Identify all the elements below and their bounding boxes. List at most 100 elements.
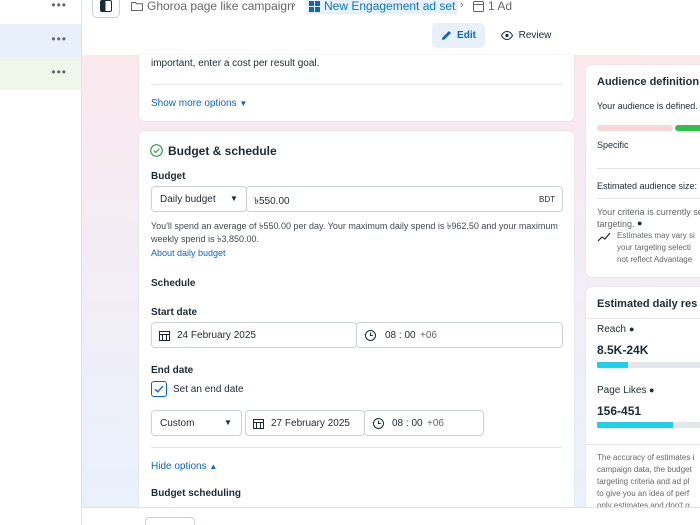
trend-icon	[597, 232, 611, 242]
budget-schedule-card: Budget & schedule Budget Daily budget ▼ …	[139, 131, 574, 525]
schedule-label: Schedule	[151, 278, 196, 289]
more-options-icon[interactable]: •••	[51, 0, 67, 12]
end-type-select[interactable]: Custom ▼	[151, 410, 242, 436]
start-date-label: Start date	[151, 307, 198, 318]
specific-label: Specific	[597, 140, 629, 150]
adset-grid-icon	[309, 0, 320, 12]
divider	[597, 198, 700, 199]
campaign-tree-rail: ••• ••• •••	[0, 0, 82, 525]
currency-label: BDT	[539, 195, 555, 204]
checkmark-icon	[154, 385, 164, 393]
calendar-icon	[253, 419, 264, 429]
info-icon[interactable]: ●	[649, 385, 654, 395]
budget-label: Budget	[151, 171, 186, 182]
chevron-right-icon: ›	[460, 0, 464, 11]
start-time-input[interactable]: 08 : 00 +06	[356, 322, 563, 348]
calendar-icon	[159, 331, 170, 341]
divider	[151, 84, 562, 85]
criteria-text-2: targeting.	[597, 219, 635, 229]
info-icon[interactable]: ●	[629, 324, 634, 334]
reach-bar-fill	[597, 362, 628, 368]
accuracy-note-2: campaign data, the budget	[597, 465, 692, 474]
breadcrumb-adset[interactable]: New Engagement ad set	[306, 0, 459, 14]
audience-defined-text: Your audience is defined.	[597, 101, 698, 111]
end-time-input[interactable]: 08 : 00 +06	[364, 410, 484, 436]
hide-options-link[interactable]: Hide options ▲	[151, 461, 217, 472]
section-title: Budget & schedule	[168, 144, 277, 158]
more-options-icon[interactable]: •••	[51, 32, 67, 46]
folder-icon	[131, 2, 143, 11]
review-label: Review	[518, 30, 552, 41]
end-time-value: 08 : 00	[392, 418, 423, 429]
set-end-date-label: Set an end date	[173, 384, 244, 395]
budget-amount-input[interactable]: ৳550.00 BDT	[246, 186, 563, 212]
divider	[586, 444, 700, 445]
end-type-value: Custom	[160, 418, 195, 429]
end-timezone: +06	[427, 418, 444, 429]
sidebar-icon	[100, 0, 112, 12]
caret-down-icon: ▼	[230, 194, 238, 203]
end-date-value: 27 February 2025	[271, 418, 350, 429]
breadcrumb-ad-label: 1 Ad	[488, 0, 513, 13]
estimate-note-3: not reflect Advantage	[617, 255, 693, 264]
panel-toggle-button[interactable]	[92, 0, 120, 18]
accuracy-note-4: to give you an idea of perf	[597, 489, 690, 498]
bottom-action-button[interactable]	[145, 517, 195, 525]
set-end-date-checkbox[interactable]	[151, 381, 167, 397]
start-time-value: 08 : 00	[385, 330, 416, 341]
divider	[597, 168, 700, 169]
page-likes-bar-fill	[597, 422, 674, 428]
breadcrumb-ad[interactable]: 1 Ad	[473, 0, 512, 14]
tree-row-campaign[interactable]: •••	[0, 0, 81, 23]
clock-icon	[365, 330, 376, 341]
estimated-results-card: Estimated daily res Reach ● 8.5K-24K Pag…	[586, 287, 700, 525]
hide-options-label: Hide options	[151, 461, 207, 472]
show-more-label: Show more options	[151, 98, 237, 109]
reach-bar	[597, 362, 700, 368]
tree-row-ad[interactable]: •••	[0, 57, 81, 90]
start-timezone: +06	[420, 330, 437, 341]
audience-title: Audience definition	[597, 76, 700, 88]
bottom-action-bar	[82, 507, 700, 525]
info-icon[interactable]: ●	[637, 218, 642, 228]
specific-bar-segment	[597, 125, 673, 131]
estimate-note-1: Estimates may vary si	[617, 231, 695, 240]
reach-label: Reach	[597, 324, 626, 335]
accuracy-note-3: targeting criteria and ad pl	[597, 477, 690, 486]
estimated-title: Estimated daily res	[597, 298, 698, 310]
caret-down-icon: ▼	[224, 418, 232, 427]
criteria-text-1: Your criteria is currently se	[597, 207, 700, 217]
edit-label: Edit	[457, 30, 476, 41]
end-date-input[interactable]: 27 February 2025	[245, 410, 365, 436]
clock-icon	[373, 418, 384, 429]
page-likes-label: Page Likes	[597, 385, 647, 396]
broad-bar-segment	[675, 125, 700, 131]
breadcrumb-campaign-label: Ghoroa page like campaign	[147, 0, 294, 13]
budget-scheduling-label: Budget scheduling	[151, 488, 241, 499]
caret-down-icon: ▼	[239, 99, 248, 108]
edit-button[interactable]: Edit	[432, 23, 485, 48]
budget-note-line2: weekly spend is ৳3,850.00.	[151, 234, 260, 244]
about-daily-budget-link[interactable]: About daily budget	[151, 248, 226, 258]
bid-strategy-card: important, enter a cost per result goal.…	[139, 55, 574, 121]
caret-up-icon: ▲	[209, 462, 218, 471]
budget-type-select[interactable]: Daily budget ▼	[151, 186, 247, 212]
reach-value: 8.5K-24K	[597, 343, 649, 357]
audience-size-label: Estimated audience size: 1	[597, 181, 700, 191]
divider	[151, 447, 562, 448]
review-button[interactable]: Review	[496, 23, 556, 48]
cost-goal-text: important, enter a cost per result goal.	[151, 58, 320, 69]
page-likes-bar	[597, 422, 700, 428]
divider	[586, 318, 700, 319]
page-likes-value: 156-451	[597, 404, 642, 418]
accuracy-note-1: The accuracy of estimates i	[597, 453, 695, 462]
more-options-icon[interactable]: •••	[51, 65, 67, 79]
tree-row-adset[interactable]: •••	[0, 24, 81, 57]
top-bar: Ghoroa page like campaign › New Engageme…	[82, 0, 700, 55]
eye-icon	[500, 31, 513, 40]
start-date-input[interactable]: 24 February 2025	[151, 322, 357, 348]
budget-type-value: Daily budget	[160, 194, 216, 205]
show-more-options-link[interactable]: Show more options ▼	[151, 98, 247, 109]
breadcrumb-campaign[interactable]: Ghoroa page like campaign	[131, 0, 294, 14]
breadcrumb-adset-label: New Engagement ad set	[324, 0, 456, 13]
